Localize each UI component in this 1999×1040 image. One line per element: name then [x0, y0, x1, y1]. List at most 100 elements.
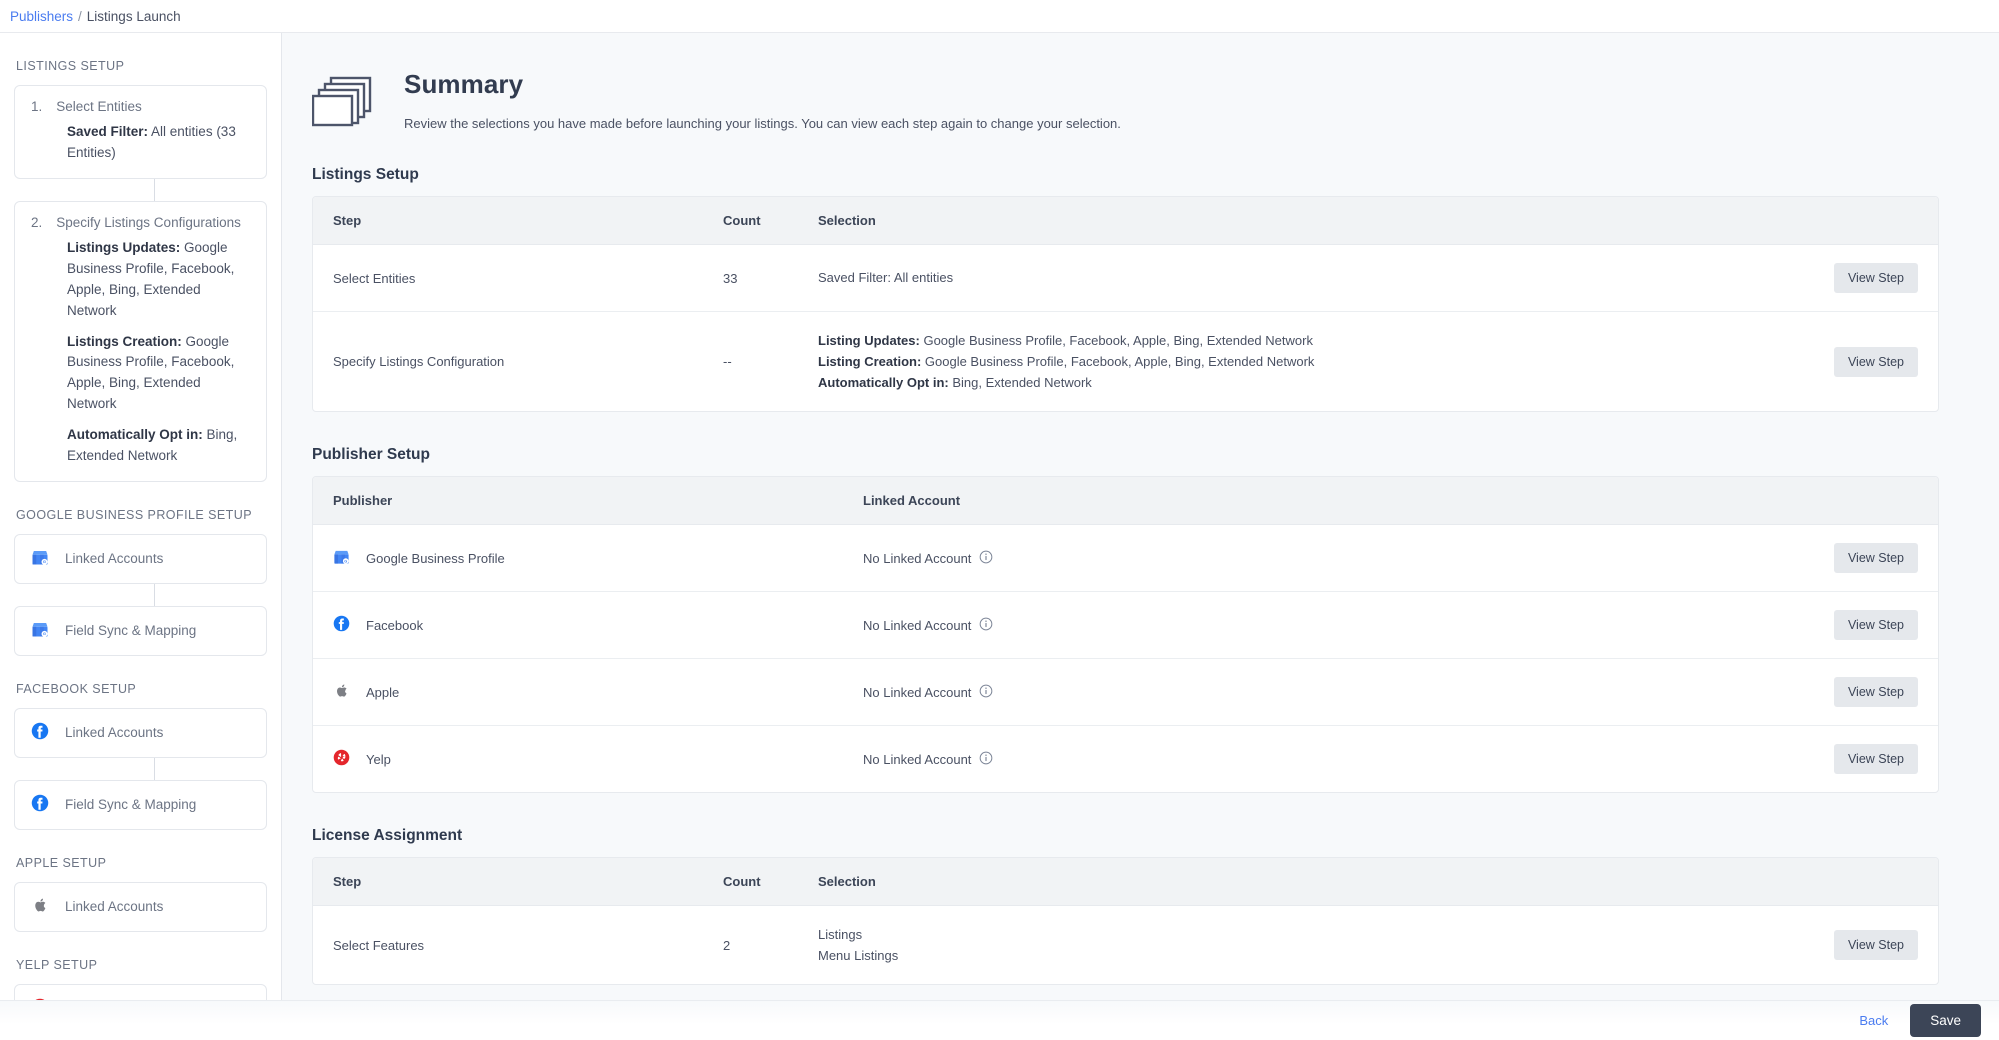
row-action-cell: View Step — [1813, 244, 1938, 312]
view-step-button[interactable]: View Step — [1833, 677, 1918, 708]
sidebar-account-label: Linked Accounts — [65, 725, 164, 741]
publisher-cell: Yelp — [313, 726, 843, 793]
publisher-cell: Facebook — [313, 591, 843, 660]
selection-line: Saved Filter: All entities — [818, 270, 954, 286]
view-step-button[interactable]: View Step — [1833, 744, 1918, 775]
sidebar-account-card[interactable]: Linked Accounts — [14, 882, 267, 933]
stacked-pages-icon — [311, 75, 376, 132]
publisher-name: Yelp — [366, 751, 391, 767]
column-header — [1813, 197, 1938, 245]
sidebar-account-label: Linked Accounts — [65, 899, 164, 915]
view-step-button[interactable]: View Step — [1833, 543, 1918, 574]
section-title: License Assignment — [312, 827, 463, 845]
table-row: G Google Business Profile No Linked Accoun… — [313, 524, 1938, 593]
sidebar-account-card[interactable]: Field Sync & Mapping — [14, 780, 267, 831]
view-step-button[interactable]: View Step — [1833, 346, 1918, 377]
view-step-button[interactable]: View Step — [1833, 930, 1918, 961]
column-header: Step — [313, 858, 703, 907]
column-header: Count — [703, 858, 798, 907]
sidebar-account-card[interactable]: G Field Sync & Mapping — [14, 606, 267, 657]
apple-icon — [31, 896, 49, 917]
page-header: Summary Review the selections you have m… — [311, 69, 1939, 132]
row-action-cell: View Step — [1814, 312, 1938, 412]
selection-line: Listing Updates: Google Business Profile… — [818, 333, 1313, 348]
publisher-name: Facebook — [366, 617, 424, 633]
sidebar-account-label: Linked Accounts — [65, 551, 164, 567]
publisher-cell: Apple — [313, 658, 843, 727]
linked-account-cell: No Linked Account — [843, 524, 1814, 593]
publisher-name: Apple — [366, 684, 400, 700]
column-header — [1813, 477, 1938, 526]
view-step-button[interactable]: View Step — [1833, 263, 1918, 293]
sidebar-account-card[interactable]: G Linked Accounts — [14, 534, 267, 585]
sidebar-account-card[interactable]: Linked Accounts — [14, 984, 267, 1000]
sidebar-step-number: 1. — [31, 99, 43, 114]
footer-action-bar: Back Save — [0, 1000, 1999, 1040]
page-title: Summary — [404, 69, 524, 99]
breadcrumb-link-publishers[interactable]: Publishers — [10, 9, 73, 24]
yelp-icon — [333, 749, 350, 769]
svg-text:G: G — [43, 631, 46, 636]
sidebar-step-card[interactable]: 1. Select Entities Saved Filter: All entit… — [14, 85, 267, 179]
column-header: Selection — [798, 197, 1814, 245]
sidebar-connector — [154, 758, 155, 781]
sidebar-connector — [154, 584, 155, 607]
breadcrumb-separator: / — [78, 8, 82, 24]
main-content: Summary Review the selections you have m… — [282, 33, 1999, 1000]
section-table: Step Count Selection Select Entities 33 Saved… — [312, 196, 1939, 413]
step-name: Specify Listings Configuration — [333, 354, 505, 370]
sidebar: LISTINGS SETUP 1. Select Entities Saved Fil… — [0, 33, 282, 1000]
section-title: Listings Setup — [312, 166, 419, 183]
publisher-cell: G Google Business Profile — [313, 524, 843, 593]
row-action-cell: View Step — [1813, 591, 1938, 660]
linked-account-cell: No Linked Account — [843, 591, 1814, 660]
svg-text:G: G — [344, 560, 347, 564]
step-count: -- — [723, 354, 732, 370]
step-count: 2 — [723, 937, 731, 953]
column-header: Count — [703, 197, 798, 245]
row-action-cell: View Step — [1813, 524, 1938, 593]
publisher-name: Google Business Profile — [366, 550, 505, 566]
apple-icon — [333, 682, 350, 702]
info-icon[interactable] — [979, 617, 993, 634]
view-step-button[interactable]: View Step — [1833, 610, 1918, 641]
sidebar-section-heading: FACEBOOK SETUP — [16, 682, 137, 697]
table-row: Select Features 2 Listings Menu Listings Vie… — [313, 906, 1938, 985]
linked-account-cell: No Linked Account — [843, 658, 1814, 727]
column-header — [1813, 858, 1938, 907]
table-row: Specify Listings Configuration -- Listing … — [313, 312, 1938, 412]
svg-text:G: G — [43, 559, 46, 564]
table-row: Facebook No Linked Account View Step — [313, 591, 1938, 660]
page-description: Review the selections you have made befo… — [404, 116, 1121, 131]
sidebar-account-label: Field Sync & Mapping — [65, 623, 197, 639]
column-header: Linked Account — [843, 477, 1814, 526]
facebook-icon — [333, 615, 350, 635]
sidebar-step-card[interactable]: 2. Specify Listings Configurations Listing… — [14, 200, 267, 483]
sidebar-section-heading: LISTINGS SETUP — [16, 59, 125, 73]
linked-account-status: No Linked Account — [863, 617, 972, 633]
info-icon[interactable] — [979, 751, 993, 768]
selection-cell: Saved Filter: All entities — [798, 244, 1814, 312]
sidebar-section-heading: YELP SETUP — [16, 958, 98, 973]
save-button[interactable]: Save — [1910, 1004, 1981, 1037]
back-button[interactable]: Back — [1859, 1013, 1888, 1028]
summary-sections: Listings Setup Step Count Selection Select E… — [312, 166, 1939, 986]
step-name: Select Entities — [313, 244, 703, 312]
info-icon[interactable] — [979, 550, 993, 567]
sidebar-step-title: Select Entities — [56, 99, 142, 114]
linked-account-status: No Linked Account — [863, 751, 972, 767]
row-action-cell: View Step — [1813, 658, 1938, 727]
sidebar-step-number: 2. — [31, 214, 43, 230]
info-icon[interactable] — [979, 684, 993, 701]
sidebar-connector — [154, 178, 155, 201]
sidebar-account-card[interactable]: Linked Accounts — [14, 708, 267, 759]
sidebar-section-heading: GOOGLE BUSINESS PROFILE SETUP — [16, 508, 253, 523]
selection-line: Menu Listings — [818, 948, 899, 964]
step-count: 33 — [703, 244, 798, 312]
google-business-profile-icon: G — [31, 620, 49, 641]
sidebar-step-title: Specify Listings Configurations — [56, 214, 241, 230]
column-header: Step — [313, 197, 703, 245]
sidebar-step-detail: Listings Creation: Google Business Profi… — [67, 333, 235, 412]
linked-account-status: No Linked Account — [863, 550, 972, 566]
table-row: Select Entities 33 Saved Filter: All entit… — [313, 244, 1938, 312]
